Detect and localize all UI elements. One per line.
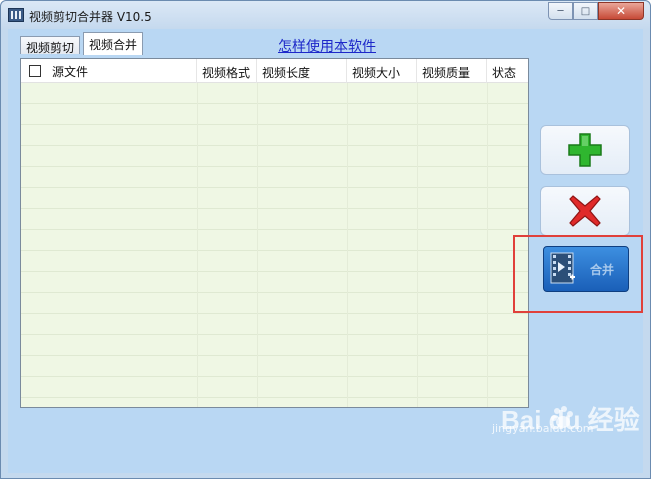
window-title: 视频剪切合并器 V10.5 <box>29 10 152 24</box>
app-film-icon <box>8 8 24 22</box>
close-button[interactable]: ✕ <box>598 2 644 20</box>
app-window: 视频剪切合并器 V10.5 ─ □ ✕ 视频剪切 视频合并 怎样使用本软件 源文… <box>0 0 651 479</box>
watermark-url: jingyan.baidu.com <box>492 422 594 435</box>
column-divider <box>347 83 348 407</box>
column-divider <box>487 83 488 407</box>
tab-video-cut[interactable]: 视频剪切 <box>20 36 81 55</box>
column-header-source-file[interactable]: 源文件 <box>21 59 197 83</box>
column-divider <box>417 83 418 407</box>
delete-file-button[interactable] <box>540 186 630 236</box>
add-file-button[interactable] <box>540 125 630 175</box>
column-divider <box>197 83 198 407</box>
select-all-checkbox[interactable] <box>29 65 41 77</box>
table-body[interactable] <box>21 83 528 407</box>
column-divider <box>257 83 258 407</box>
title-bar[interactable]: 视频剪切合并器 V10.5 ─ □ ✕ <box>1 1 650 29</box>
tab-video-merge[interactable]: 视频合并 <box>83 32 144 55</box>
table-header: 源文件 视频格式 视频长度 视频大小 视频质量 状态 <box>21 59 528 83</box>
window-controls: ─ □ ✕ <box>548 2 644 20</box>
red-x-icon <box>569 195 601 227</box>
column-header-format[interactable]: 视频格式 <box>197 59 257 83</box>
green-plus-icon <box>568 133 602 167</box>
minimize-button[interactable]: ─ <box>548 2 573 20</box>
file-table[interactable]: 源文件 视频格式 视频长度 视频大小 视频质量 状态 <box>20 58 529 408</box>
highlight-annotation <box>513 235 643 313</box>
help-link[interactable]: 怎样使用本软件 <box>278 36 376 56</box>
column-header-quality[interactable]: 视频质量 <box>417 59 487 83</box>
column-header-status[interactable]: 状态 <box>487 59 528 83</box>
maximize-button[interactable]: □ <box>573 2 598 20</box>
column-header-size[interactable]: 视频大小 <box>347 59 417 83</box>
column-label-source-file: 源文件 <box>52 65 89 79</box>
column-header-length[interactable]: 视频长度 <box>257 59 347 83</box>
